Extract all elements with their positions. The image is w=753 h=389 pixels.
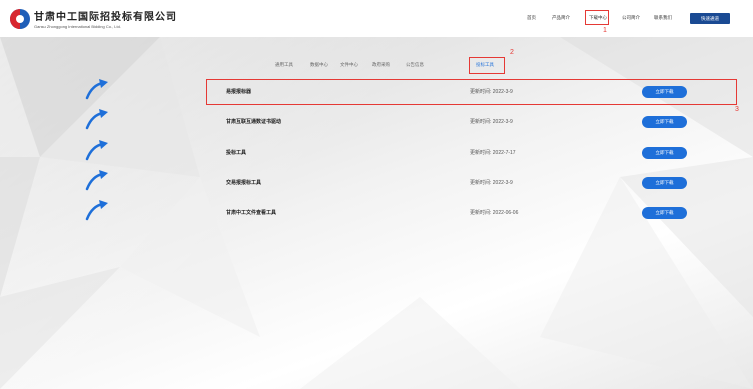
download-button[interactable]: 立即下载 (642, 116, 687, 128)
top-header: 甘肃中工国际招投标有限公司 Gansu Zhonggong Internatio… (0, 0, 753, 37)
company-logo-icon[interactable] (10, 9, 30, 29)
highlight-box-nav (585, 10, 609, 25)
arrow-icon (85, 200, 108, 221)
arrow-icon (85, 170, 108, 191)
download-name: 甘肃中工文件查看工具 (226, 210, 277, 216)
tab-file-center[interactable]: 文件中心 (340, 62, 358, 68)
nav-home[interactable]: 首页 (527, 15, 536, 21)
category-tabs: 通用工具 数据中心 文件中心 政府采购 公告信息 投标工具 (0, 62, 753, 72)
highlight-box-row (206, 79, 737, 105)
download-date: 更新时间: 2022-06-06 (470, 210, 519, 216)
tab-general-tools[interactable]: 通用工具 (275, 62, 293, 68)
download-row: 甘肃互联互通数证书驱动 更新时间: 2022-3-9 立即下载 (0, 109, 753, 132)
tab-data-center[interactable]: 数据中心 (310, 62, 328, 68)
tab-government-procurement[interactable]: 政府采购 (372, 62, 390, 68)
tab-announcements[interactable]: 公告信息 (406, 62, 424, 68)
brand-name-en: Gansu Zhonggong International Bidding Co… (34, 24, 121, 29)
arrow-icon (85, 79, 108, 100)
nav-about[interactable]: 公司简介 (622, 15, 640, 21)
brand-block[interactable]: 甘肃中工国际招投标有限公司 Gansu Zhonggong Internatio… (34, 8, 177, 29)
download-button[interactable]: 立即下载 (642, 207, 687, 219)
nav-products[interactable]: 产品简介 (552, 15, 570, 21)
download-name: 投标工具 (226, 150, 247, 156)
download-name: 交易报报标工具 (226, 180, 262, 186)
nav-contact[interactable]: 联系我们 (654, 15, 672, 21)
download-button[interactable]: 立即下载 (642, 177, 687, 189)
brand-name-cn: 甘肃中工国际招投标有限公司 (34, 12, 177, 23)
arrow-icon (85, 109, 108, 130)
download-button[interactable]: 立即下载 (642, 147, 687, 159)
annotation-label-1: 1 (603, 27, 607, 34)
download-row: 甘肃中工文件查看工具 更新时间: 2022-06-06 立即下载 (0, 200, 753, 223)
download-row: 投标工具 更新时间: 2022-7-17 立即下载 (0, 140, 753, 163)
annotation-label-2: 2 (510, 49, 514, 56)
highlight-box-tab (469, 57, 505, 74)
download-name: 甘肃互联互通数证书驱动 (226, 119, 282, 125)
download-date: 更新时间: 2022-7-17 (470, 150, 516, 156)
arrow-icon (85, 140, 108, 161)
quick-channel-button[interactable]: 快速通道 (690, 13, 730, 24)
download-row: 交易报报标工具 更新时间: 2022-3-9 立即下载 (0, 170, 753, 193)
download-date: 更新时间: 2022-3-9 (470, 180, 513, 186)
download-date: 更新时间: 2022-3-9 (470, 119, 513, 125)
